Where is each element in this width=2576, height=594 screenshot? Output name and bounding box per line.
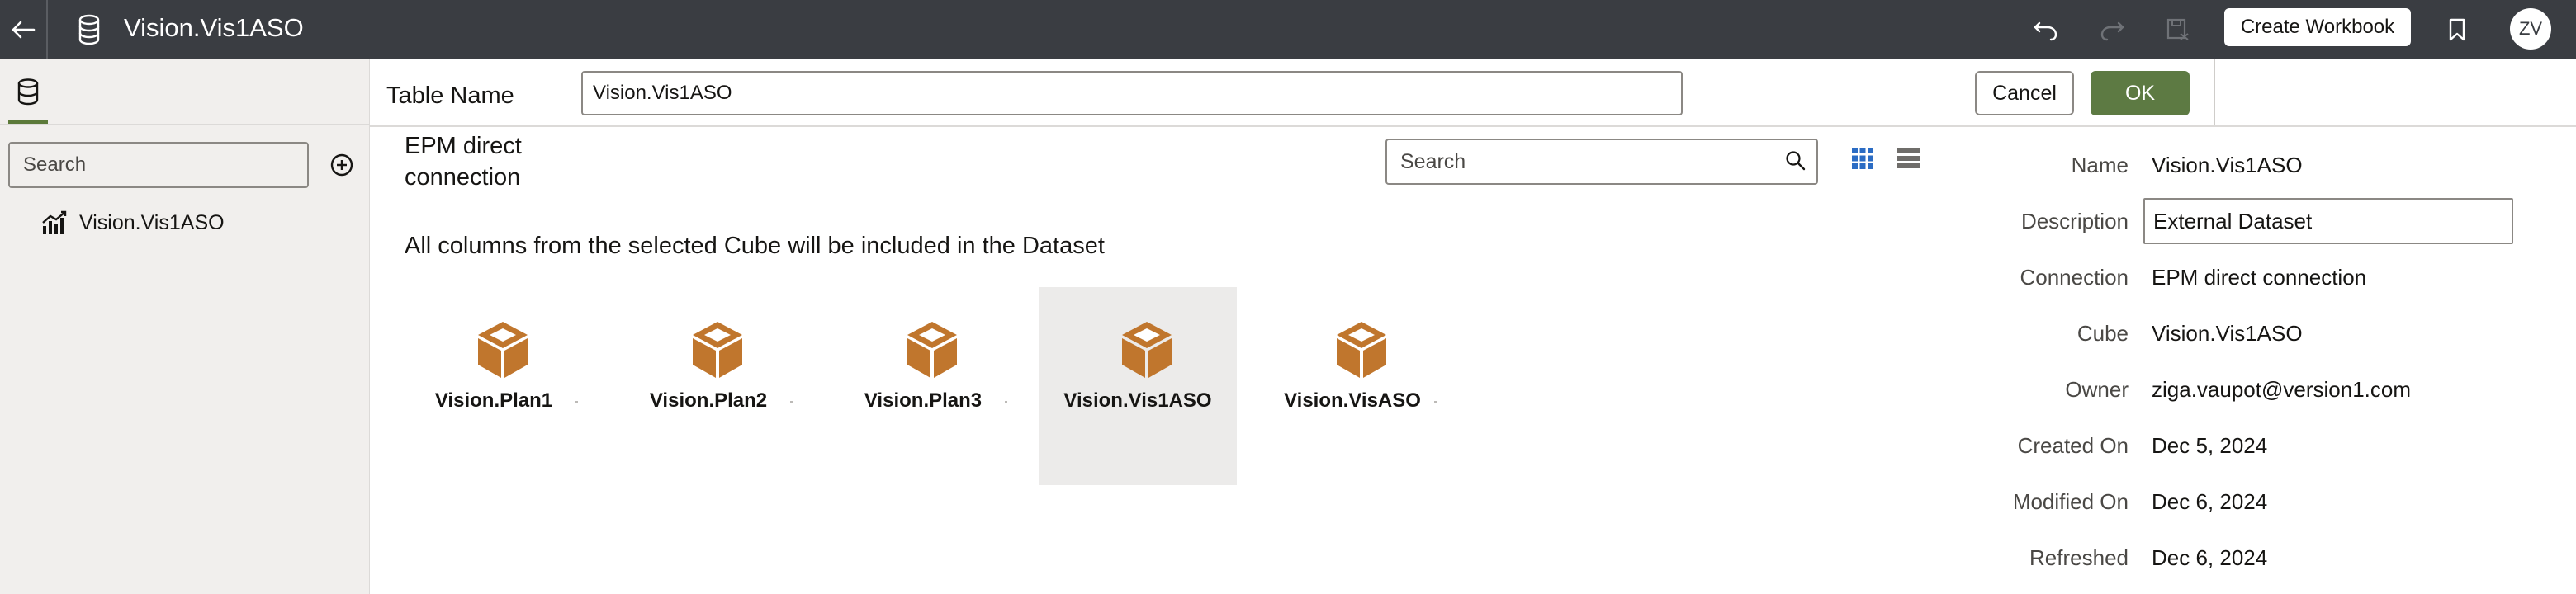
redo-icon xyxy=(2100,21,2124,41)
bookmark-button[interactable] xyxy=(2439,12,2475,48)
modified-on-value: Dec 6, 2024 xyxy=(2152,489,2268,514)
create-workbook-button[interactable]: Create Workbook xyxy=(2224,8,2411,46)
cube-label: Cube xyxy=(2076,321,2129,346)
resize-dot xyxy=(1434,401,1437,403)
cube-label: Vision.Vis1ASO xyxy=(1063,389,1212,412)
cube-icon xyxy=(1122,322,1172,378)
created-on-label: Created On xyxy=(2017,433,2129,458)
cube-icon xyxy=(1337,322,1386,378)
database-icon xyxy=(78,14,100,45)
cube-icon xyxy=(693,322,742,378)
redo-button[interactable] xyxy=(2094,12,2130,48)
undo-button[interactable] xyxy=(2028,12,2064,48)
grid-view-button[interactable] xyxy=(1848,144,1878,173)
table-name-input[interactable] xyxy=(581,71,1683,116)
connection-title: EPM direct connection xyxy=(405,133,522,191)
cube-tile[interactable]: Vision.Plan1 xyxy=(395,287,593,485)
resize-dot xyxy=(1005,401,1007,403)
left-search-input[interactable] xyxy=(8,142,309,188)
cube-icon xyxy=(907,322,957,378)
table-name-label: Table Name xyxy=(386,82,514,109)
page-title: Vision.Vis1ASO xyxy=(124,13,304,42)
list-view-icon xyxy=(1897,148,1920,168)
back-arrow-icon xyxy=(12,21,36,39)
connection-value: EPM direct connection xyxy=(2152,265,2367,290)
cube-tile[interactable]: Vision.Plan3 xyxy=(824,287,1022,485)
resize-dot xyxy=(575,401,578,403)
created-on-value: Dec 5, 2024 xyxy=(2152,433,2268,458)
cube-label: Vision.VisASO xyxy=(1284,389,1421,412)
search-icon[interactable] xyxy=(1783,148,1808,173)
refreshed-value: Dec 6, 2024 xyxy=(2152,545,2268,570)
plus-circle-icon xyxy=(330,153,353,177)
grid-view-icon xyxy=(1852,148,1873,169)
dataset-chart-icon xyxy=(42,210,67,234)
save-button[interactable] xyxy=(2160,12,2196,48)
back-button[interactable] xyxy=(0,0,48,59)
owner-label: Owner xyxy=(2065,377,2129,402)
cube-label: Vision.Plan1 xyxy=(434,389,553,412)
cube-label: Vision.Plan3 xyxy=(864,389,983,412)
owner-value: ziga.vaupot@version1.com xyxy=(2152,377,2411,402)
divider xyxy=(370,125,2576,127)
cube-tile-selected[interactable]: Vision.Vis1ASO xyxy=(1039,287,1237,485)
refreshed-label: Refreshed xyxy=(2029,545,2129,570)
divider xyxy=(0,124,370,125)
info-text: All columns from the selected Cube will … xyxy=(405,233,1105,259)
cube-tile[interactable]: Vision.VisASO xyxy=(1253,287,1451,485)
cube-label: Vision.Plan2 xyxy=(649,389,768,412)
cube-value: Vision.Vis1ASO xyxy=(2152,321,2303,346)
bookmark-icon xyxy=(2449,18,2465,41)
modified-on-label: Modified On xyxy=(2012,489,2129,514)
divider xyxy=(2214,59,2215,125)
ok-button[interactable]: OK xyxy=(2091,71,2190,116)
description-input[interactable] xyxy=(2143,198,2513,244)
cube-icon xyxy=(478,322,528,378)
list-view-button[interactable] xyxy=(1894,144,1924,173)
undo-icon xyxy=(2034,21,2057,41)
description-label: Description xyxy=(2020,209,2129,233)
left-panel: Vision.Vis1ASO xyxy=(0,59,370,594)
avatar[interactable]: ZV xyxy=(2510,8,2551,50)
connection-label: Connection xyxy=(2020,265,2129,290)
name-label: Name xyxy=(2071,153,2129,177)
database-icon xyxy=(17,78,39,106)
cancel-button[interactable]: Cancel xyxy=(1975,71,2074,116)
cube-tile[interactable]: Vision.Plan2 xyxy=(609,287,807,485)
name-value: Vision.Vis1ASO xyxy=(2152,153,2303,177)
cube-search-input[interactable] xyxy=(1385,139,1818,185)
top-bar: Vision.Vis1ASO Create Workbook ZV xyxy=(0,0,2576,59)
resize-dot xyxy=(790,401,793,403)
tree-item-vision-vis1aso[interactable]: Vision.Vis1ASO xyxy=(41,206,225,239)
tree-item-label: Vision.Vis1ASO xyxy=(79,210,225,234)
save-icon xyxy=(2166,18,2189,40)
tab-data[interactable] xyxy=(8,73,48,124)
add-dataset-button[interactable] xyxy=(324,147,360,183)
